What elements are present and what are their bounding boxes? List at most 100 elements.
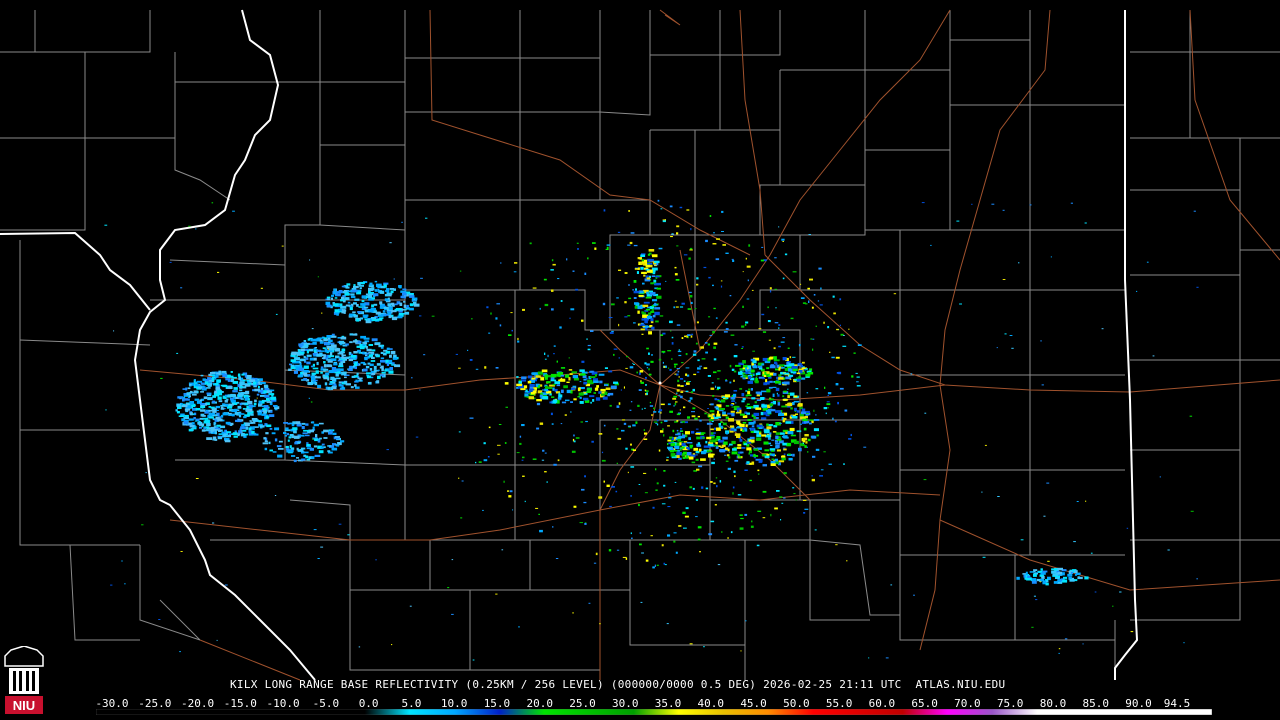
echo-pixel (210, 372, 216, 374)
echo-pixel (386, 362, 389, 366)
echo-pixel (835, 544, 838, 546)
echo-pixel (727, 537, 729, 539)
echo-pixel (604, 384, 608, 386)
echo-pixel (923, 479, 927, 481)
echo-pixel (301, 426, 305, 430)
echo-pixel (208, 373, 212, 376)
echo-pixel (672, 437, 675, 440)
echo-pixel (222, 434, 226, 438)
echo-pixel (609, 505, 612, 508)
echo-pixel (722, 411, 726, 415)
echo-pixel (1167, 549, 1170, 551)
echo-pixel (816, 434, 819, 437)
echo-pixel (710, 440, 714, 443)
echo-pixel (697, 359, 700, 362)
echo-pixel (254, 388, 260, 392)
echo-pixel (575, 437, 580, 439)
echo-pixel (240, 385, 243, 388)
echo-pixel (606, 244, 611, 246)
echo-pixel (340, 305, 347, 309)
echo-pixel (649, 401, 652, 404)
echo-pixel (352, 340, 358, 343)
echo-pixel (712, 395, 715, 397)
echo-pixel (670, 443, 676, 447)
echo-pixel (341, 371, 346, 376)
echo-pixel (349, 341, 353, 344)
echo-pixel (721, 444, 726, 447)
echo-pixel (356, 304, 359, 307)
echo-pixel (552, 526, 554, 528)
echo-pixel (184, 408, 191, 411)
echo-pixel (310, 338, 316, 342)
echo-pixel (579, 401, 584, 404)
echo-pixel (573, 505, 577, 508)
echo-pixel (553, 353, 555, 355)
echo-pixel (741, 325, 745, 328)
echo-pixel (341, 354, 346, 356)
echo-pixel (656, 295, 662, 299)
echo-pixel (287, 423, 290, 425)
echo-pixel (736, 447, 742, 449)
echo-pixel (380, 351, 384, 354)
echo-pixel (194, 398, 199, 401)
echo-pixel (762, 331, 767, 333)
echo-pixel (768, 398, 774, 401)
echo-pixel (544, 358, 547, 360)
echo-pixel (674, 365, 676, 368)
echo-pixel (558, 392, 561, 396)
echo-pixel (1052, 573, 1059, 576)
echo-pixel (579, 522, 583, 524)
echo-pixel (813, 409, 815, 412)
echo-pixel (569, 373, 573, 375)
echo-pixel (141, 524, 144, 526)
echo-pixel (540, 377, 545, 381)
echo-pixel (1043, 515, 1046, 517)
echo-pixel (729, 425, 734, 428)
echo-pixel (652, 566, 655, 569)
echo-pixel (324, 349, 328, 353)
echo-pixel (271, 393, 274, 397)
echo-pixel (778, 413, 784, 416)
echo-pixel (349, 306, 353, 311)
echo-pixel (802, 302, 806, 304)
echo-pixel (320, 371, 323, 374)
echo-pixel (225, 421, 231, 425)
echo-pixel (1084, 576, 1089, 580)
echo-pixel (777, 394, 780, 397)
echo-pixel (740, 650, 742, 652)
echo-pixel (801, 361, 805, 364)
echo-pixel (291, 351, 297, 356)
echo-pixel (1196, 286, 1199, 288)
echo-pixel (579, 396, 582, 399)
echo-pixel (734, 475, 736, 478)
echo-pixel (541, 459, 545, 461)
echo-pixel (264, 447, 268, 451)
echo-pixel (761, 404, 767, 408)
echo-pixel (725, 380, 728, 382)
echo-pixel (277, 454, 283, 458)
echo-pixel (712, 331, 715, 334)
echo-pixel (724, 394, 731, 398)
echo-pixel (655, 320, 659, 323)
echo-pixel (650, 311, 655, 313)
echo-pixel (678, 349, 680, 351)
echo-pixel (660, 403, 665, 406)
echo-pixel (340, 440, 345, 443)
echo-pixel (323, 361, 326, 364)
echo-pixel (311, 372, 317, 375)
echo-pixel (725, 252, 729, 254)
echo-pixel (703, 445, 710, 448)
echo-pixel (346, 283, 351, 286)
echo-pixel (630, 495, 632, 497)
echo-pixel (737, 421, 740, 425)
echo-pixel (627, 315, 631, 317)
echo-pixel (596, 385, 599, 388)
echo-pixel (323, 376, 328, 380)
echo-pixel (518, 381, 522, 384)
echo-pixel (357, 282, 361, 286)
echo-pixel (228, 403, 234, 406)
echo-pixel (341, 285, 346, 288)
echo-pixel (528, 391, 531, 394)
echo-pixel (358, 646, 361, 648)
echo-pixel (705, 440, 708, 444)
